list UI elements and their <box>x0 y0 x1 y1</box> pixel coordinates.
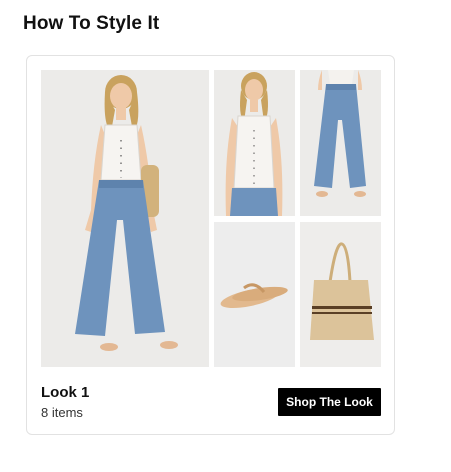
look-title: Look 1 <box>41 384 90 401</box>
model-full-outfit-image[interactable] <box>41 70 209 367</box>
look-item-count: 8 items <box>41 405 83 420</box>
section-title: How To Style It <box>23 13 160 34</box>
sandals-image[interactable] <box>214 222 295 367</box>
tote-bag-image[interactable] <box>300 222 381 367</box>
look-card[interactable]: Look 1 8 items Shop The Look <box>26 55 395 435</box>
shop-the-look-button[interactable]: Shop The Look <box>278 388 381 416</box>
tank-top-image[interactable] <box>214 70 295 216</box>
jeans-image[interactable] <box>300 70 381 216</box>
